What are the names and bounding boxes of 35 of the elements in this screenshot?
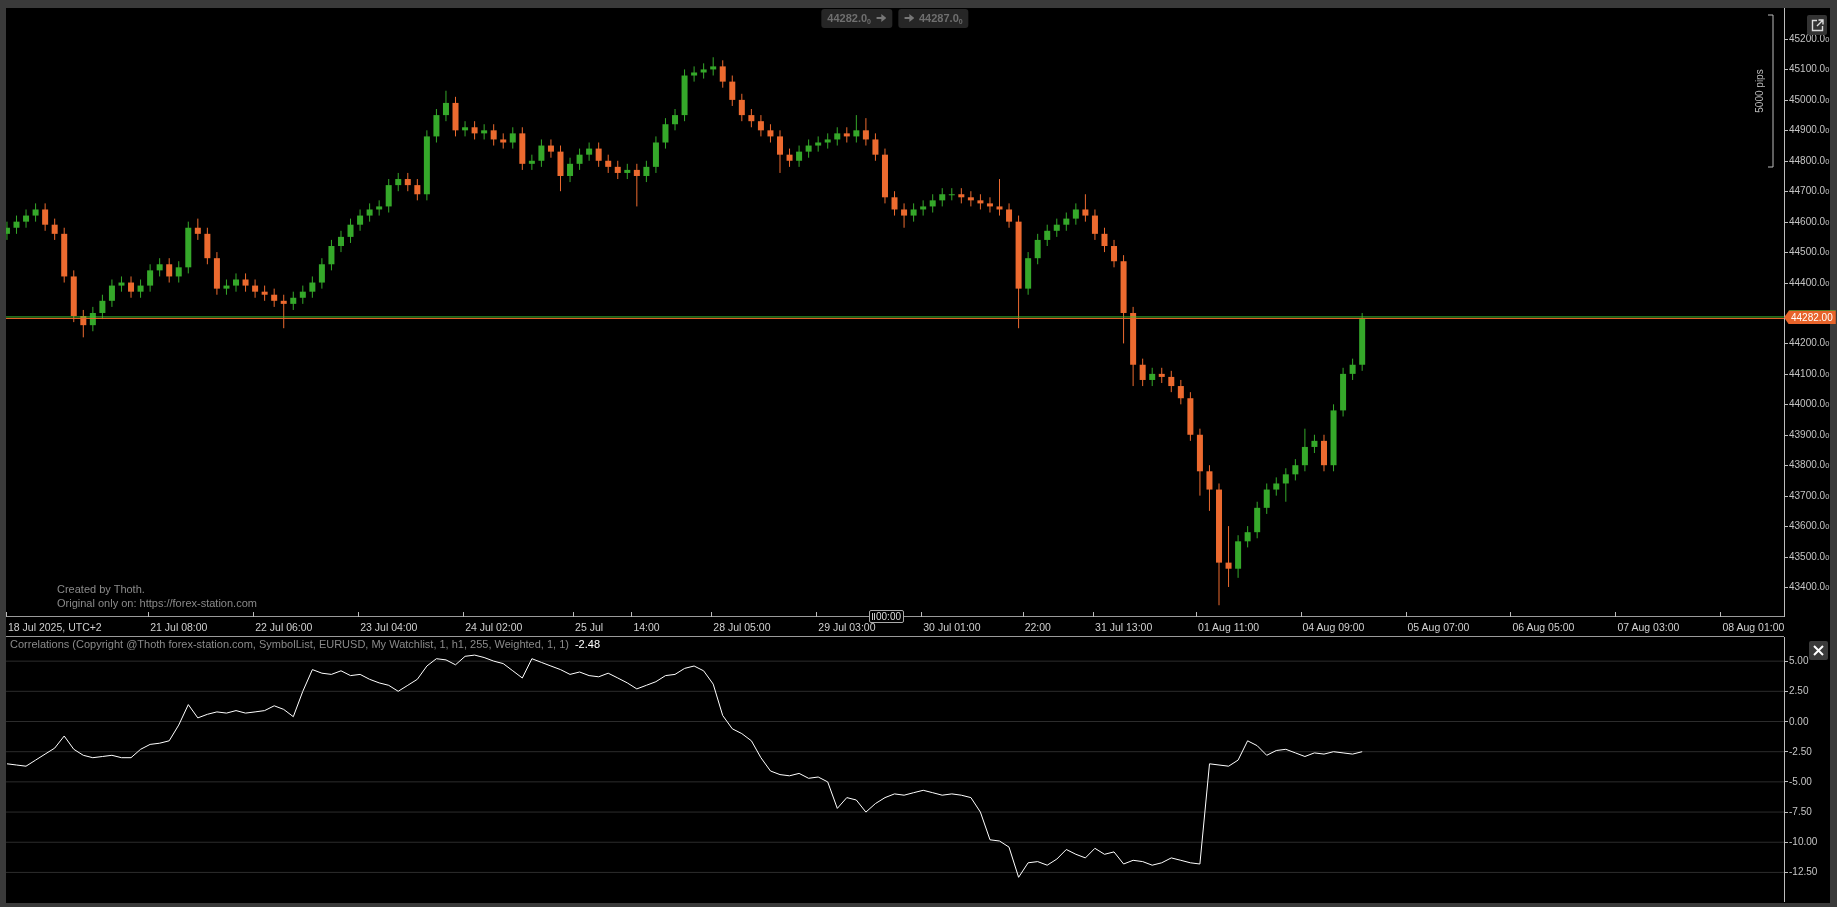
time-axis-label: 07 Aug 03:00	[1617, 620, 1680, 635]
indicator-axis-label: -5.00	[1789, 774, 1812, 789]
time-axis-label: 14:00	[633, 620, 660, 635]
time-axis-label: 22:00	[1024, 620, 1051, 635]
time-axis-label: 28 Jul 05:00	[713, 620, 771, 635]
indicator-axis-label: -2.50	[1789, 744, 1812, 759]
time-axis-label: 18 Jul 2025, UTC+2	[8, 620, 102, 635]
time-axis-label: 01 Aug 11:00	[1198, 620, 1260, 635]
time-axis-label: 06 Aug 05:00	[1512, 620, 1575, 635]
bid-price-tag: 44282.0$_{0}$	[821, 9, 892, 28]
time-axis-label: 04 Aug 09:00	[1302, 620, 1365, 635]
time-axis-label: 25 Jul	[575, 620, 604, 635]
time-axis-label: 05 Aug 07:00	[1407, 620, 1470, 635]
time-axis-label: 08 Aug 01:00	[1722, 620, 1785, 635]
indicator-value: -2.48	[574, 638, 600, 651]
current-price-tag: 44282.00	[1784, 310, 1836, 325]
credit-text: Created by Thoth.	[57, 582, 146, 596]
time-axis-label: 29 Jul 03:00	[818, 620, 876, 635]
indicator-axis-label: -10.00	[1789, 835, 1818, 850]
time-axis-label: 30 Jul 01:00	[923, 620, 981, 635]
indicator-title: Correlations (Copyright @Thoth forex-station.com, SymbolList, EURUSD, My Watchlist, 1, h1, 255, Weighted, 1, 1)	[10, 638, 569, 651]
range-label: 5000 pips	[1754, 69, 1765, 113]
time-axis-label: 31 Jul 13:00	[1095, 620, 1153, 635]
indicator-axis-label: -7.50	[1789, 805, 1812, 820]
ask-price-tag: 44287.0$_{0}$	[898, 9, 969, 28]
time-axis-label: 24 Jul 02:00	[465, 620, 523, 635]
time-axis-label: 23 Jul 04:00	[360, 620, 418, 635]
indicator-axis-label: 5.00	[1789, 654, 1809, 669]
indicator-axis-label: -12.50	[1789, 865, 1818, 880]
time-axis-label: 21 Jul 08:00	[150, 620, 208, 635]
indicator-axis-label: 0.00	[1789, 714, 1809, 729]
credit-text: Original only on: https://forex-station.com	[57, 596, 257, 610]
bar-timer: 00:00	[869, 610, 905, 623]
indicator-axis-label: 2.50	[1789, 684, 1809, 699]
time-axis-label: 22 Jul 06:00	[255, 620, 313, 635]
